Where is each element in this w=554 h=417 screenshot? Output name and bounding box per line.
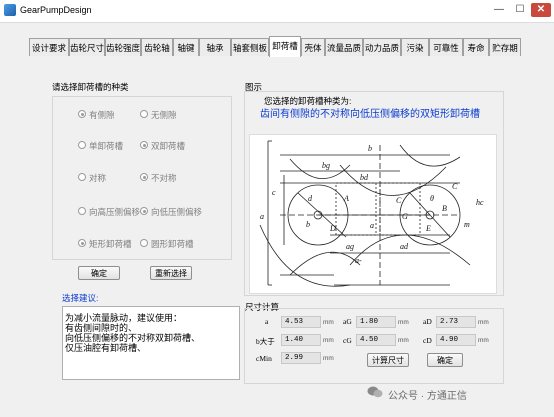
field-b-unit: mm xyxy=(323,337,334,344)
field-cmin-input[interactable]: 2.99 xyxy=(281,352,321,364)
tab-sleeve-plate[interactable]: 轴套侧板 xyxy=(231,38,269,56)
field-cd-label: cD xyxy=(423,336,432,345)
watermark-text: 公众号 · 方通正信 xyxy=(388,391,467,402)
tab-flow-quality[interactable]: 流量品质 xyxy=(325,38,363,56)
field-cg-label: cG xyxy=(343,336,352,345)
label-e: E xyxy=(425,224,431,233)
suggestion-line: 仅压油腔有卸荷槽、 xyxy=(65,343,147,353)
label-d: d xyxy=(308,194,313,203)
groove-type-title: 请选择卸荷槽的种类 xyxy=(52,82,129,92)
dim-b: b xyxy=(368,144,372,153)
tab-power-quality[interactable]: 动力品质 xyxy=(363,38,401,56)
field-ag-unit: mm xyxy=(398,319,409,326)
field-ad-unit: mm xyxy=(478,319,489,326)
field-cd-unit: mm xyxy=(478,337,489,344)
radio-single-groove[interactable] xyxy=(78,141,86,149)
tab-relief-groove[interactable]: 卸荷槽 xyxy=(269,36,301,57)
maximize-button[interactable]: ☐ xyxy=(510,3,530,17)
tab-shaft-key[interactable]: 轴键 xyxy=(173,38,199,56)
calc-ok-button[interactable]: 确定 xyxy=(427,353,463,367)
field-cmin-label: cMin xyxy=(256,354,272,363)
app-icon xyxy=(4,4,16,16)
radio-double-groove-label: 双卸荷槽 xyxy=(151,141,186,151)
radio-no-backlash-label: 无侧隙 xyxy=(151,110,177,120)
reselect-button[interactable]: 重新选择 xyxy=(150,266,192,280)
label-c-left: c xyxy=(272,188,276,197)
dim-a-minus: a- xyxy=(355,256,362,265)
field-ad-label: aD xyxy=(423,317,432,326)
window-title: GearPumpDesign xyxy=(20,5,92,15)
label-b: b xyxy=(306,220,310,229)
radio-backlash[interactable] xyxy=(78,110,86,118)
field-b-label: b大于 xyxy=(256,337,275,346)
dim-ag: ag xyxy=(346,242,354,251)
radio-rect-groove-label: 矩形卸荷槽 xyxy=(89,239,132,249)
field-a-label: a xyxy=(265,317,269,326)
close-button[interactable]: ✕ xyxy=(531,3,551,17)
label-d-upper: D xyxy=(329,224,336,233)
field-cd-input[interactable]: 4.90 xyxy=(436,334,476,346)
title-bar: GearPumpDesign — ☐ ✕ xyxy=(0,0,554,23)
label-theta: θ xyxy=(430,194,434,203)
tab-pollution[interactable]: 污染 xyxy=(401,38,429,56)
label-g: G xyxy=(402,212,408,221)
suggestion-title: 选择建议: xyxy=(62,293,99,303)
dim-ad: ad xyxy=(400,242,409,251)
radio-no-backlash[interactable] xyxy=(140,110,148,118)
calculate-button[interactable]: 计算尺寸 xyxy=(367,353,409,367)
field-cmin-unit: mm xyxy=(323,355,334,362)
tab-gear-strength[interactable]: 齿轮强度 xyxy=(105,38,141,56)
radio-backlash-label: 有侧隙 xyxy=(89,110,115,120)
tab-storage[interactable]: 贮存期 xyxy=(489,38,521,56)
radio-offset-low[interactable] xyxy=(140,207,148,215)
label-m: m xyxy=(464,220,470,229)
dim-bd: bd xyxy=(360,173,369,182)
field-ag-input[interactable]: 1.80 xyxy=(356,316,396,328)
dim-bg: bg xyxy=(322,161,330,170)
radio-symmetric-label: 对称 xyxy=(89,173,107,183)
chosen-value: 齿间有侧隙的不对称向低压侧偏移的双矩形卸荷槽 xyxy=(260,109,480,120)
label-a-upper: A xyxy=(343,194,349,203)
field-ag-label: aG xyxy=(343,317,352,326)
radio-offset-high[interactable] xyxy=(78,207,86,215)
label-c2: C xyxy=(396,196,402,205)
groove-diagram-svg: b bg bd C a ag ad a- a d b θ C G A B D E… xyxy=(259,140,484,287)
field-cg-unit: mm xyxy=(398,337,409,344)
tab-bearing[interactable]: 轴承 xyxy=(199,38,231,56)
label-a: a xyxy=(370,221,374,230)
relief-groove-drawing: b bg bd C a ag ad a- a d b θ C G A B D E… xyxy=(249,134,497,294)
radio-round-groove-label: 圆形卸荷槽 xyxy=(151,239,194,249)
field-cg-input[interactable]: 4.50 xyxy=(356,334,396,346)
chosen-label: 您选择的卸荷槽种类为: xyxy=(264,96,352,106)
field-ad-input[interactable]: 2.73 xyxy=(436,316,476,328)
suggestion-textbox[interactable]: 为减小流量脉动，建议使用： 有齿侧间隙时的、 向低压侧偏移的不对称双卸荷槽、 仅… xyxy=(62,306,240,380)
radio-symmetric[interactable] xyxy=(78,173,86,181)
app-window: GearPumpDesign — ☐ ✕ 设计要求 齿轮尺寸 齿轮强度 齿轮轴 … xyxy=(0,0,554,417)
tab-housing[interactable]: 壳体 xyxy=(301,38,325,56)
radio-single-groove-label: 单卸荷槽 xyxy=(89,141,124,151)
tab-gear-size[interactable]: 齿轮尺寸 xyxy=(69,38,105,56)
label-hc: hc xyxy=(476,198,484,207)
radio-rect-groove[interactable] xyxy=(78,239,86,247)
radio-asymmetric-label: 不对称 xyxy=(151,173,177,183)
tab-design-req[interactable]: 设计要求 xyxy=(29,38,69,56)
confirm-button[interactable]: 确定 xyxy=(78,266,120,280)
tab-reliability[interactable]: 可靠性 xyxy=(429,38,463,56)
minimize-button[interactable]: — xyxy=(489,3,509,17)
field-b-input[interactable]: 1.40 xyxy=(281,334,321,346)
label-c: C xyxy=(452,182,458,191)
field-a-input[interactable]: 4.53 xyxy=(281,316,321,328)
radio-double-groove[interactable] xyxy=(140,141,148,149)
field-a-unit: mm xyxy=(323,319,334,326)
tab-gear-shaft[interactable]: 齿轮轴 xyxy=(141,38,173,56)
radio-round-groove[interactable] xyxy=(140,239,148,247)
radio-offset-low-label: 向低压侧偏移 xyxy=(151,207,203,217)
radio-asymmetric[interactable] xyxy=(140,173,148,181)
label-a-left: a xyxy=(260,212,264,221)
label-b-upper: B xyxy=(442,204,447,213)
tab-life[interactable]: 寿命 xyxy=(463,38,489,56)
radio-offset-high-label: 向高压侧偏移 xyxy=(89,207,141,217)
wechat-icon xyxy=(367,386,383,398)
